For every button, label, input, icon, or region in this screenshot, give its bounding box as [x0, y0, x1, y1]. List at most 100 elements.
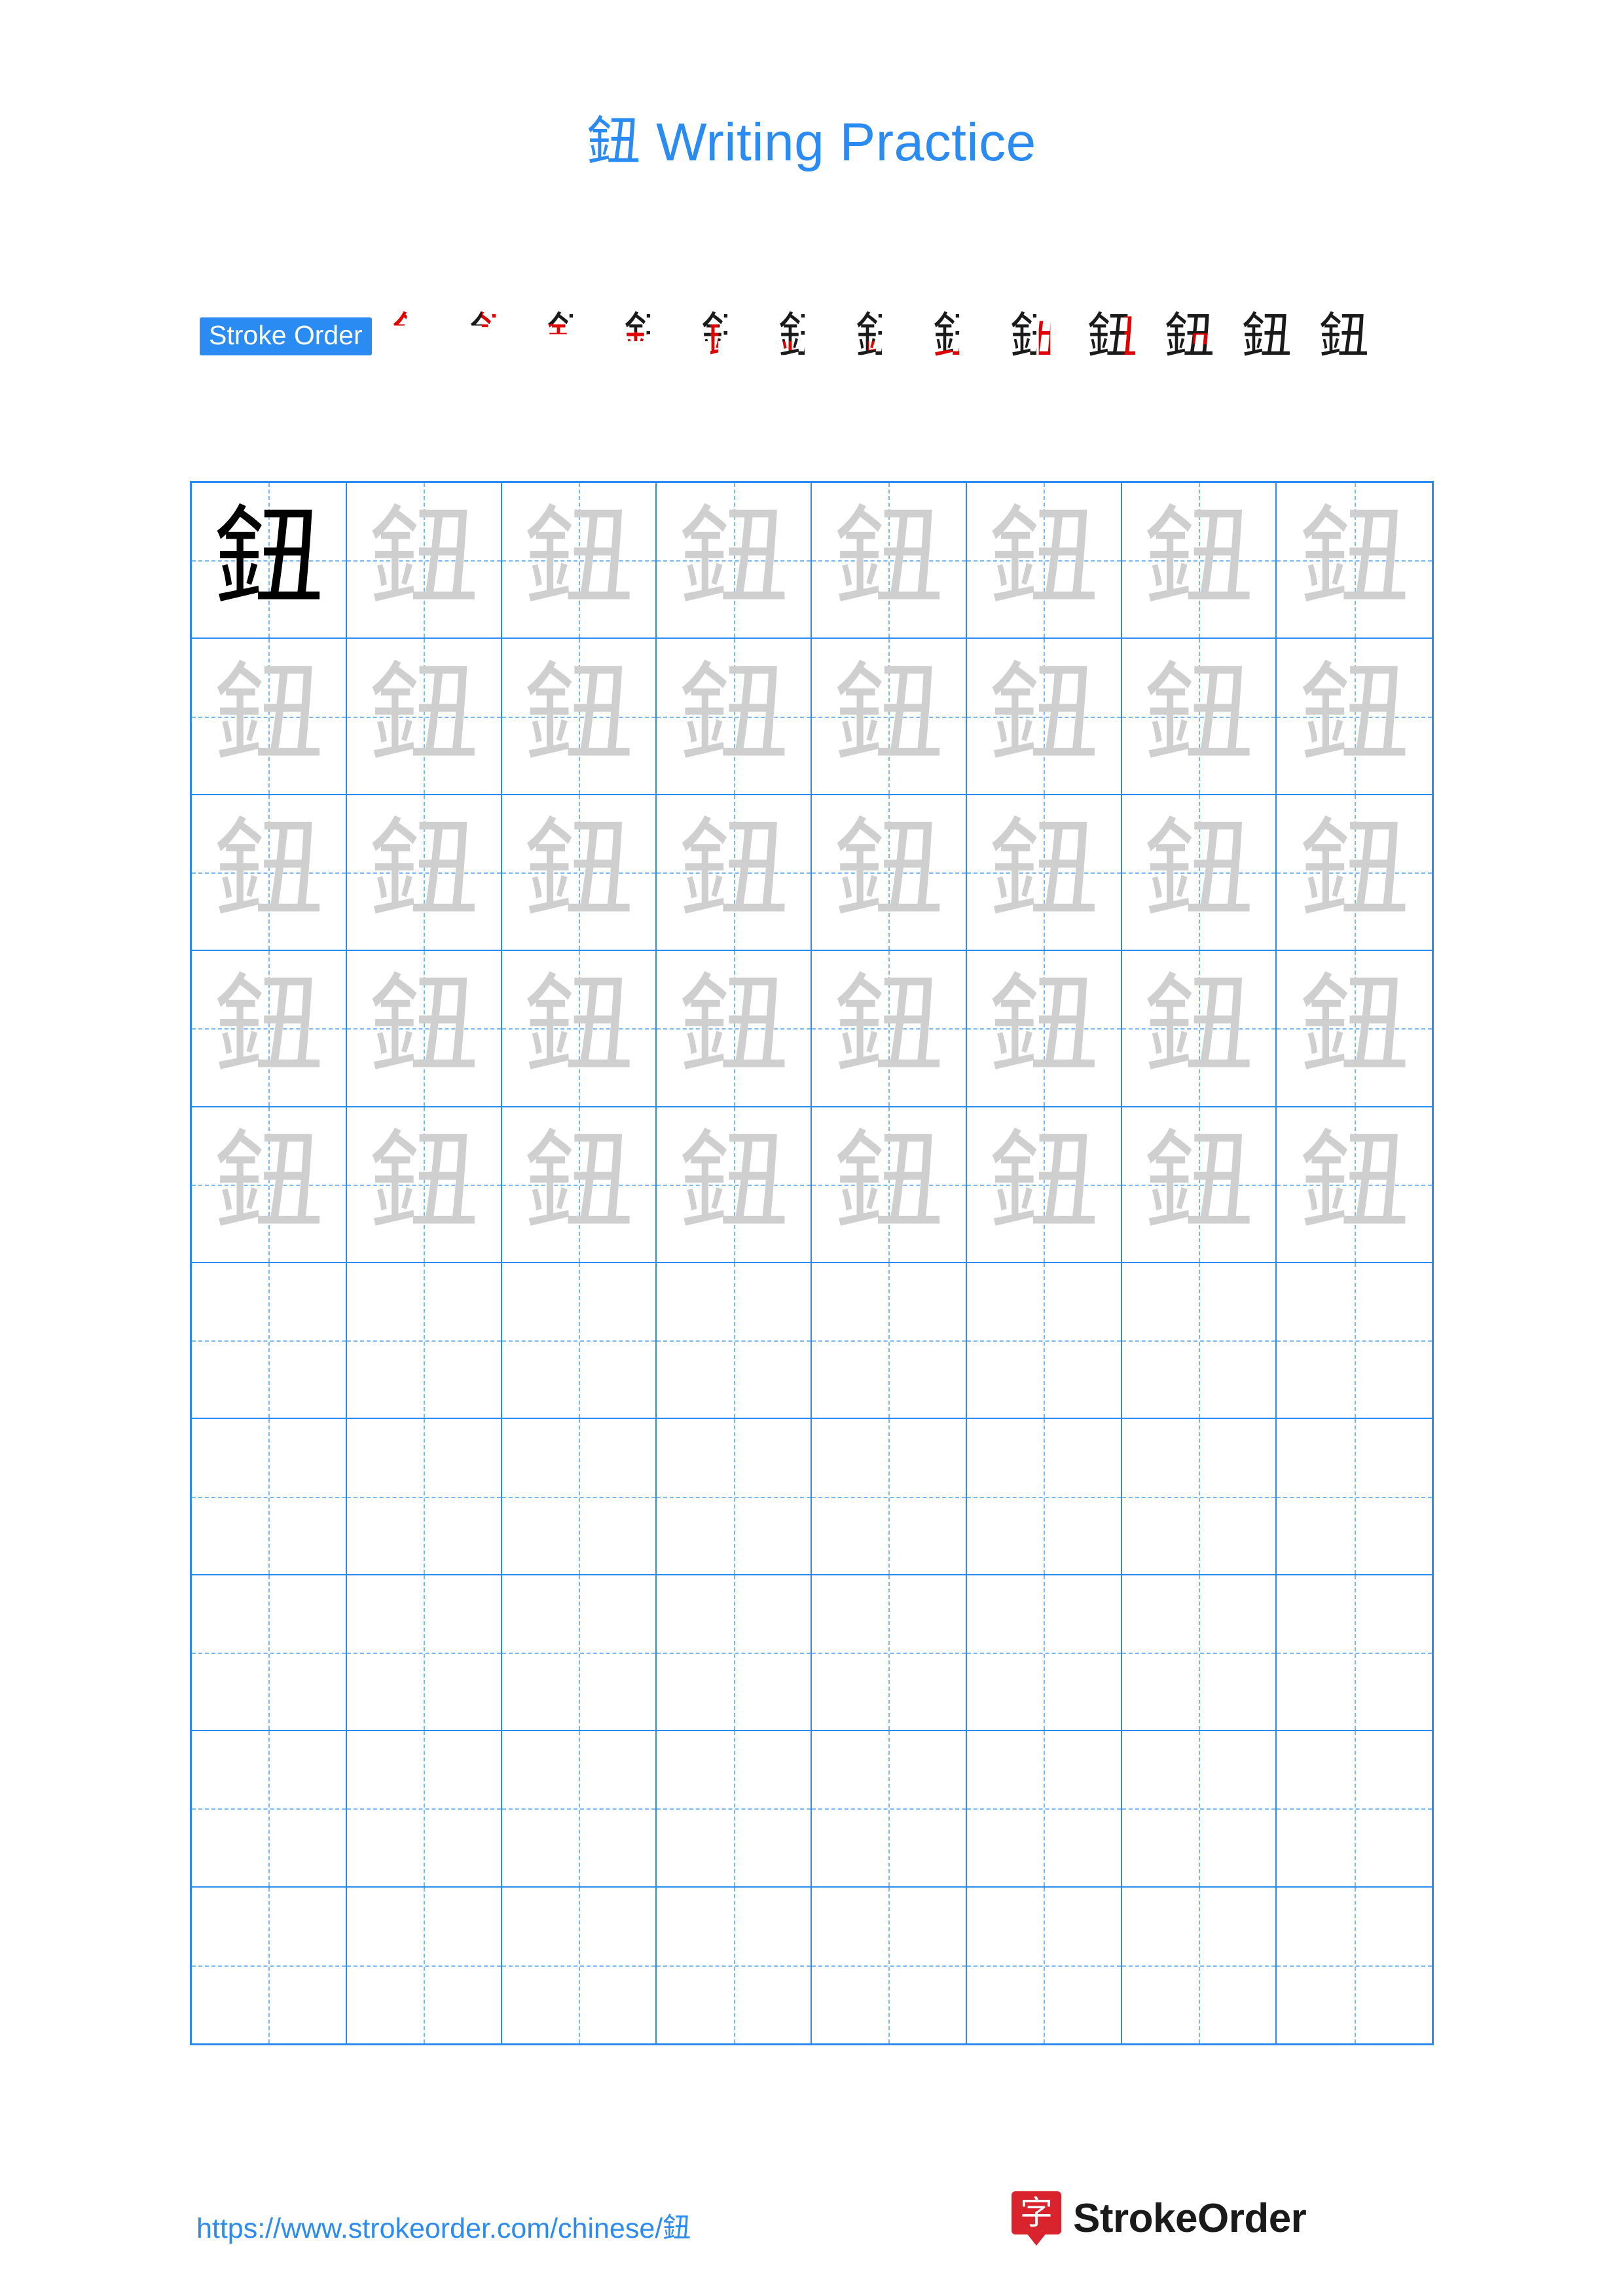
cell-guide-vertical	[578, 1887, 580, 2043]
practice-cell[interactable]	[192, 1731, 347, 1888]
brand-name: StrokeOrder	[1073, 2195, 1307, 2241]
practice-cell[interactable]	[1277, 1731, 1432, 1888]
practice-cell[interactable]: 鈕	[192, 1107, 347, 1263]
practice-cell[interactable]: 鈕	[812, 639, 967, 795]
cell-guide-vertical	[424, 1887, 426, 2043]
practice-cell[interactable]: 鈕	[812, 1107, 967, 1263]
practice-cell[interactable]: 鈕	[346, 483, 502, 639]
practice-cell[interactable]	[192, 1419, 347, 1575]
practice-cell[interactable]	[657, 1731, 812, 1888]
practice-cell[interactable]: 鈕	[192, 483, 347, 639]
footer-url[interactable]: https://www.strokeorder.com/chinese/鈕	[196, 2206, 691, 2246]
trace-character: 鈕	[213, 650, 324, 779]
practice-cell[interactable]: 鈕	[1122, 951, 1277, 1107]
cell-guide-vertical	[1044, 1419, 1046, 1574]
practice-cell[interactable]	[966, 1419, 1122, 1575]
practice-cell[interactable]	[501, 1887, 657, 2043]
practice-cell[interactable]: 鈕	[657, 951, 812, 1107]
practice-cell[interactable]	[812, 1887, 967, 2043]
practice-cell[interactable]: 鈕	[812, 795, 967, 952]
practice-cell[interactable]: 鈕	[501, 795, 657, 952]
practice-cell[interactable]: 鈕	[812, 483, 967, 639]
practice-cell[interactable]: 鈕	[1122, 639, 1277, 795]
stroke-step-glyph: 鈕	[1319, 307, 1369, 365]
practice-cell[interactable]	[966, 1263, 1122, 1420]
trace-character: 鈕	[989, 806, 1099, 935]
stroke-step-new-stroke: 鈕	[392, 307, 442, 365]
practice-cell[interactable]	[501, 1731, 657, 1888]
practice-cell[interactable]	[966, 1887, 1122, 2043]
practice-cell[interactable]: 鈕	[657, 795, 812, 952]
practice-cell[interactable]: 鈕	[501, 483, 657, 639]
practice-cell[interactable]	[346, 1887, 502, 2043]
practice-cell[interactable]	[966, 1575, 1122, 1732]
practice-cell[interactable]	[1122, 1887, 1277, 2043]
practice-cell[interactable]: 鈕	[1122, 795, 1277, 952]
cell-guide-vertical	[733, 1887, 735, 2043]
practice-cell[interactable]: 鈕	[346, 639, 502, 795]
practice-cell[interactable]: 鈕	[966, 951, 1122, 1107]
practice-cell[interactable]: 鈕	[346, 951, 502, 1107]
practice-cell[interactable]: 鈕	[657, 1107, 812, 1263]
practice-cell[interactable]	[1122, 1263, 1277, 1420]
practice-cell[interactable]: 鈕	[657, 483, 812, 639]
practice-cell[interactable]: 鈕	[966, 1107, 1122, 1263]
practice-cell[interactable]: 鈕	[1277, 795, 1432, 952]
practice-cell[interactable]: 鈕	[1122, 1107, 1277, 1263]
cell-guide-vertical	[424, 1419, 426, 1574]
practice-cell[interactable]	[1122, 1731, 1277, 1888]
practice-cell[interactable]	[501, 1575, 657, 1732]
practice-cell[interactable]	[1277, 1887, 1432, 2043]
practice-cell[interactable]	[657, 1419, 812, 1575]
practice-cell[interactable]: 鈕	[1277, 639, 1432, 795]
trace-character: 鈕	[369, 962, 479, 1091]
footer-brand[interactable]: 字 StrokeOrder	[1012, 2191, 1307, 2246]
practice-cell[interactable]: 鈕	[657, 639, 812, 795]
practice-cell[interactable]	[501, 1419, 657, 1575]
practice-cell[interactable]	[657, 1575, 812, 1732]
practice-cell[interactable]	[657, 1887, 812, 2043]
practice-cell[interactable]: 鈕	[192, 951, 347, 1107]
practice-cell[interactable]	[657, 1263, 812, 1420]
practice-cell[interactable]: 鈕	[501, 639, 657, 795]
practice-cell[interactable]	[346, 1575, 502, 1732]
practice-cell[interactable]	[1122, 1419, 1277, 1575]
practice-cell[interactable]: 鈕	[192, 639, 347, 795]
practice-cell[interactable]	[812, 1419, 967, 1575]
practice-cell[interactable]	[1122, 1575, 1277, 1732]
practice-cell[interactable]	[501, 1263, 657, 1420]
cell-guide-vertical	[888, 1575, 890, 1731]
practice-cell[interactable]	[346, 1263, 502, 1420]
practice-cell[interactable]	[346, 1419, 502, 1575]
practice-cell[interactable]	[1277, 1575, 1432, 1732]
practice-cell[interactable]: 鈕	[501, 1107, 657, 1263]
practice-cell[interactable]: 鈕	[346, 795, 502, 952]
trace-character: 鈕	[678, 806, 789, 935]
practice-cell[interactable]: 鈕	[1277, 483, 1432, 639]
practice-cell[interactable]: 鈕	[1122, 483, 1277, 639]
cell-guide-vertical	[1198, 1575, 1200, 1731]
practice-cell[interactable]	[812, 1731, 967, 1888]
practice-cell[interactable]	[192, 1887, 347, 2043]
cell-guide-vertical	[1354, 1419, 1356, 1574]
practice-cell[interactable]: 鈕	[1277, 1107, 1432, 1263]
trace-character: 鈕	[833, 806, 944, 935]
practice-cell[interactable]	[1277, 1419, 1432, 1575]
practice-cell[interactable]: 鈕	[1277, 951, 1432, 1107]
practice-cell[interactable]: 鈕	[966, 483, 1122, 639]
practice-cell[interactable]: 鈕	[346, 1107, 502, 1263]
practice-cell[interactable]	[812, 1575, 967, 1732]
practice-cell[interactable]	[192, 1575, 347, 1732]
practice-cell[interactable]	[966, 1731, 1122, 1888]
practice-cell[interactable]	[346, 1731, 502, 1888]
practice-cell[interactable]	[192, 1263, 347, 1420]
cell-guide-vertical	[733, 1419, 735, 1574]
practice-cell[interactable]	[812, 1263, 967, 1420]
brand-mark: 字	[1012, 2191, 1061, 2234]
practice-cell[interactable]: 鈕	[966, 639, 1122, 795]
practice-cell[interactable]: 鈕	[192, 795, 347, 952]
practice-cell[interactable]: 鈕	[501, 951, 657, 1107]
practice-cell[interactable]	[1277, 1263, 1432, 1420]
practice-cell[interactable]: 鈕	[966, 795, 1122, 952]
practice-cell[interactable]: 鈕	[812, 951, 967, 1107]
